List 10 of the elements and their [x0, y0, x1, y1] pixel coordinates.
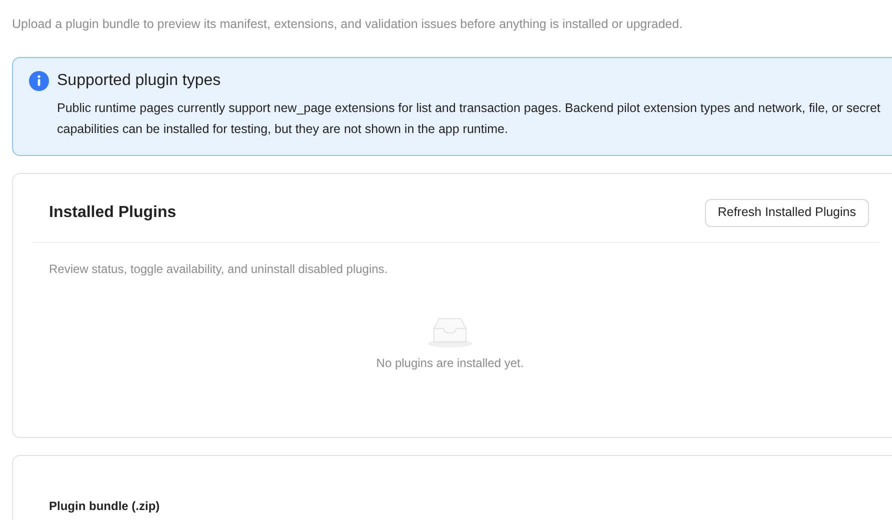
page-subtitle: Upload a plugin bundle to preview its manifest, extensions, and validation issues before anything is installed or upgraded.	[12, 16, 684, 33]
card-description: Review status, toggle availability, and uninstall disabled plugins.	[48, 261, 389, 278]
refresh-button[interactable]: Refresh Installed Plugins	[704, 198, 869, 226]
info-icon	[29, 71, 49, 91]
alert-body: Public runtime pages currently support new_page extensions for list and transaction pages. Backend pilot extension types and network, file, or secret capabilities can be installed for testing, but they are not shown in the app runtime.	[57, 100, 882, 138]
plugin-bundle-label: Plugin bundle (.zip)	[49, 499, 160, 513]
card-title: Installed Plugins	[49, 202, 176, 222]
alert-title: Supported plugin types	[57, 71, 222, 91]
empty-state-text: No plugins are installed yet.	[376, 355, 524, 372]
empty-inbox-icon	[425, 316, 475, 348]
